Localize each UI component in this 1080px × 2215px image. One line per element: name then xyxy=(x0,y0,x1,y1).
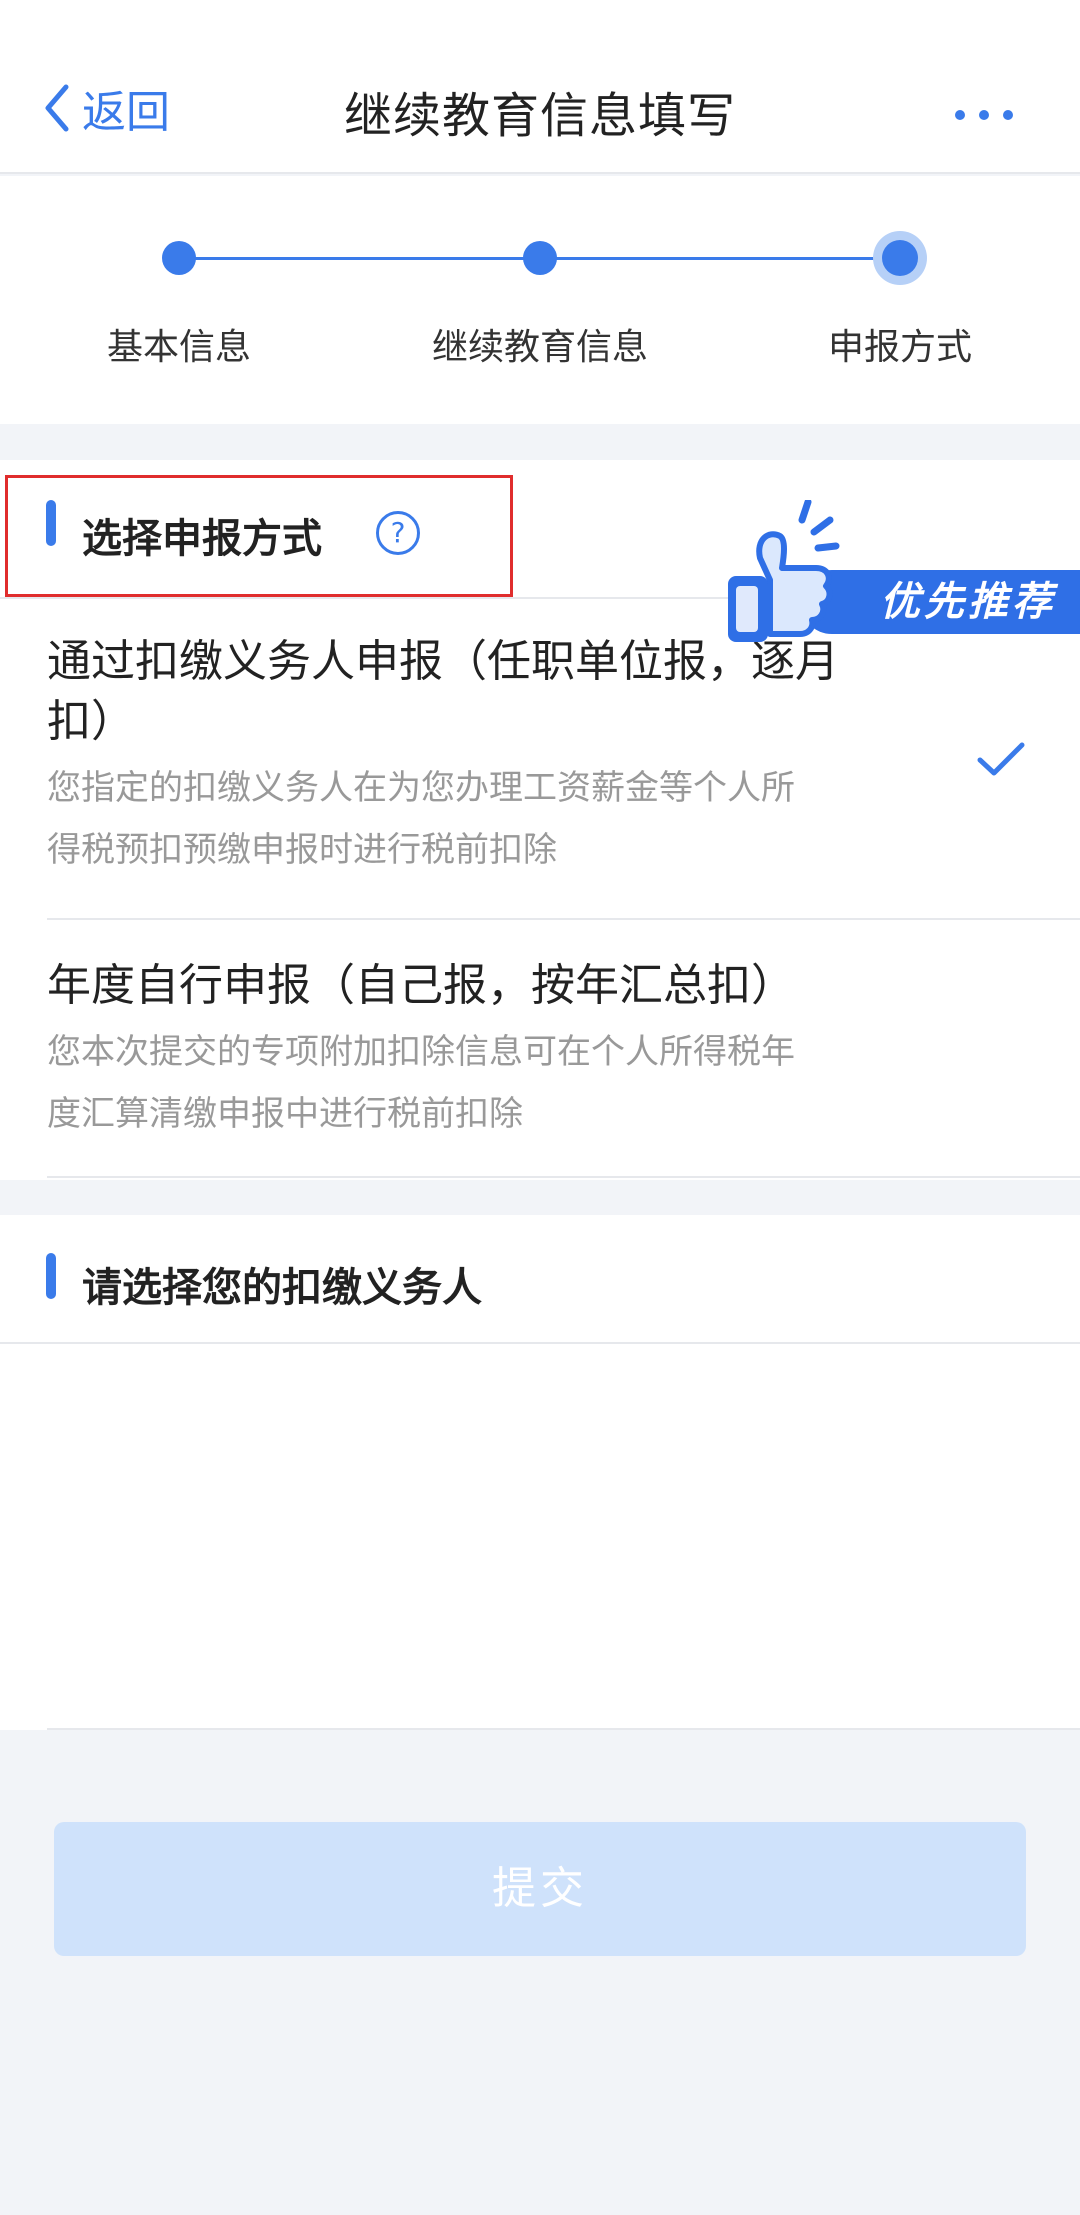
step-connector xyxy=(540,257,900,260)
option-desc-line: 得税预扣预缴申报时进行税前扣除 xyxy=(47,830,557,870)
submit-button[interactable]: 提交 xyxy=(54,1822,1026,1956)
option-desc-line: 度汇算清缴申报中进行税前扣除 xyxy=(47,1094,523,1134)
help-icon[interactable]: ? xyxy=(376,511,420,555)
divider xyxy=(0,1342,1080,1344)
option-title-line: 年度自行申报（自己报，按年汇总扣） xyxy=(47,960,795,1011)
option-withholder[interactable]: 通过扣缴义务人申报（任职单位报，逐月 扣） 您指定的扣缴义务人在为您办理工资薪金… xyxy=(47,632,897,882)
withholder-section-title: 请选择您的扣缴义务人 xyxy=(82,1265,482,1311)
step-label-education: 继续教育信息 xyxy=(431,327,649,368)
thumbs-up-icon xyxy=(728,500,840,642)
more-icon[interactable] xyxy=(955,100,1013,130)
option-desc-line: 您指定的扣缴义务人在为您办理工资薪金等个人所 xyxy=(47,768,795,808)
divider xyxy=(47,1176,1080,1178)
option-title: 年度自行申报（自己报，按年汇总扣） xyxy=(47,956,897,1016)
option-desc-line: 您本次提交的专项附加扣除信息可在个人所得税年 xyxy=(47,1032,795,1072)
nav-header: 返回 继续教育信息填写 xyxy=(0,0,1080,174)
section-accent-bar xyxy=(46,500,56,546)
withholder-section: 请选择您的扣缴义务人 xyxy=(0,1215,1080,1730)
step-connector xyxy=(178,257,540,260)
page-title: 继续教育信息填写 xyxy=(343,88,736,144)
option-self-annual[interactable]: 年度自行申报（自己报，按年汇总扣） 您本次提交的专项附加扣除信息可在个人所得税年… xyxy=(47,956,897,1146)
step-label-method: 申报方式 xyxy=(827,327,973,368)
option-description: 您指定的扣缴义务人在为您办理工资薪金等个人所 得税预扣预缴申报时进行税前扣除 xyxy=(47,756,897,882)
method-section-title: 选择申报方式 xyxy=(82,516,322,562)
section-accent-bar xyxy=(46,1253,56,1299)
recommend-badge: 优先推荐 xyxy=(720,500,1080,650)
checkmark-icon xyxy=(977,742,1025,776)
step-dot-education xyxy=(523,241,557,275)
step-label-basic: 基本信息 xyxy=(106,327,252,368)
option-title: 通过扣缴义务人申报（任职单位报，逐月 扣） xyxy=(47,632,897,752)
step-dot-basic xyxy=(162,241,196,275)
step-dot-method xyxy=(873,231,927,285)
divider xyxy=(47,1728,1080,1730)
page: 返回 继续教育信息填写 基本信息 继续教育信息 申报方式 选择申报方式 ? 通过… xyxy=(0,0,1080,2215)
divider xyxy=(47,918,1080,920)
option-description: 您本次提交的专项附加扣除信息可在个人所得税年 度汇算清缴申报中进行税前扣除 xyxy=(47,1020,897,1146)
progress-steps: 基本信息 继续教育信息 申报方式 xyxy=(0,176,1080,424)
option-title-line: 扣） xyxy=(47,696,135,747)
